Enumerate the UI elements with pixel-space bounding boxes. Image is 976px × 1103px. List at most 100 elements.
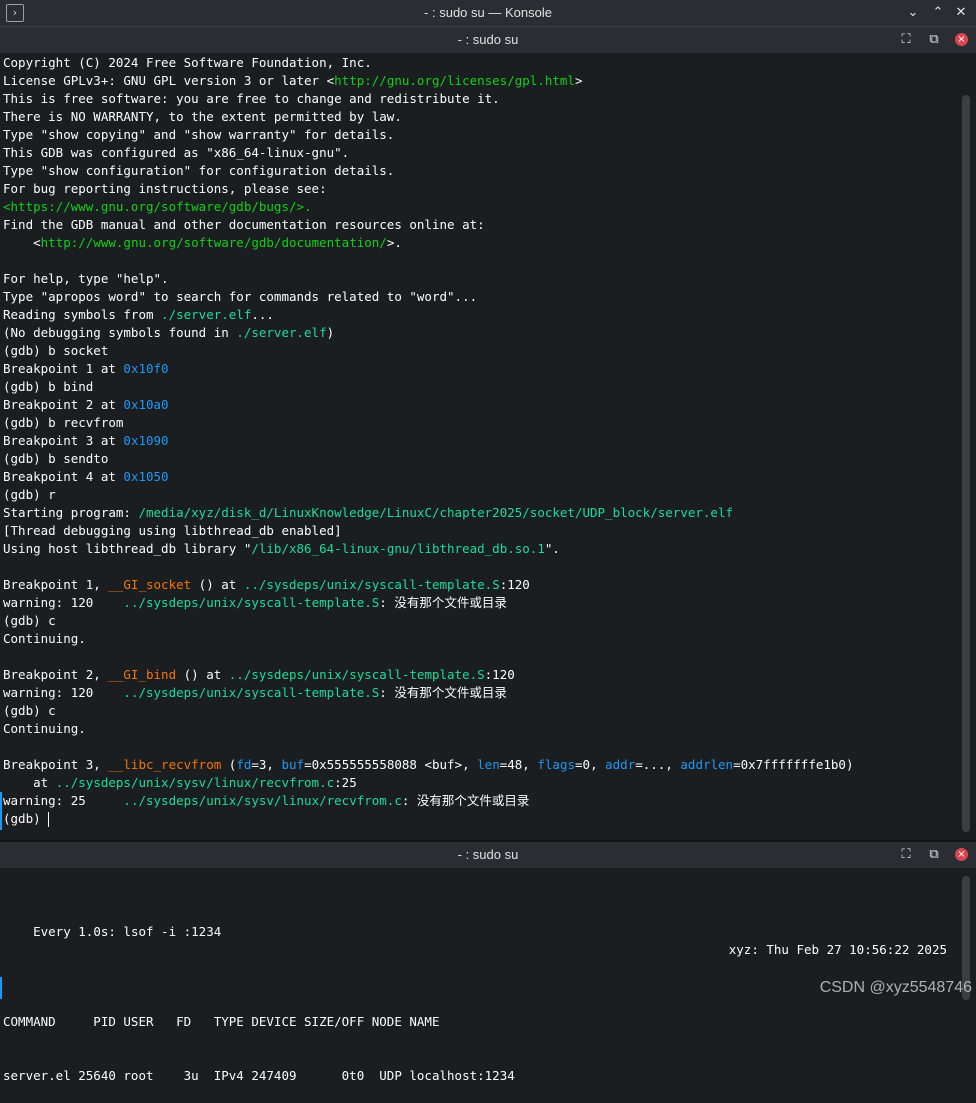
- terminal-line: warning: 120 ../sysdeps/unix/syscall-tem…: [3, 684, 963, 702]
- terminal-line: <https://www.gnu.org/software/gdb/bugs/>…: [3, 198, 963, 216]
- terminal-text: (No debugging symbols found in: [3, 325, 236, 340]
- terminal-text: (gdb) r: [3, 487, 56, 502]
- terminal-text: >: [575, 73, 583, 88]
- top-pane-title: - : sudo su: [0, 27, 976, 53]
- terminal-line: (gdb) r: [3, 486, 963, 504]
- terminal-line: <http://www.gnu.org/software/gdb/documen…: [3, 234, 963, 252]
- maximize-pane-icon[interactable]: ⛶: [898, 32, 914, 48]
- terminal-line: There is NO WARRANTY, to the extent perm…: [3, 108, 963, 126]
- terminal-line: (gdb) b recvfrom: [3, 414, 963, 432]
- terminal-text: Continuing.: [3, 721, 86, 736]
- terminal-text: Reading symbols from: [3, 307, 161, 322]
- terminal-text: (gdb) c: [3, 703, 56, 718]
- terminal-text: Breakpoint 2 at: [3, 397, 123, 412]
- terminal-line: warning: 25 ../sysdeps/unix/sysv/linux/r…: [3, 792, 963, 810]
- terminal-text: Starting program:: [3, 505, 138, 520]
- terminal-text: __GI_socket: [108, 577, 191, 592]
- scroll-marker: [0, 977, 2, 999]
- terminal-text: addrlen: [680, 757, 733, 772]
- chevron-down-icon[interactable]: ⌄: [902, 0, 924, 26]
- terminal-text: 0x10f0: [123, 361, 168, 376]
- chevron-up-icon[interactable]: ⌃: [927, 0, 949, 26]
- terminal-text: (gdb): [3, 811, 48, 826]
- terminal-text: addr: [605, 757, 635, 772]
- terminal-line: (gdb) b socket: [3, 342, 963, 360]
- terminal-text: ".: [545, 541, 560, 556]
- terminal-line: Breakpoint 1 at 0x10f0: [3, 360, 963, 378]
- terminal-text: 0x1090: [123, 433, 168, 448]
- terminal-text: :25: [334, 775, 357, 790]
- terminal-text: Type "show copying" and "show warranty" …: [3, 127, 394, 142]
- terminal-text: =0x7fffffffe1b0): [733, 757, 853, 772]
- terminal-line: [3, 738, 963, 756]
- terminal-text: ../sysdeps/unix/syscall-template.S: [123, 685, 379, 700]
- terminal-text: =3,: [251, 757, 281, 772]
- top-terminal-output[interactable]: Copyright (C) 2024 Free Software Foundat…: [3, 54, 963, 828]
- terminal-text: ./server.elf: [236, 325, 326, 340]
- watermark: CSDN @xyz5548746: [820, 979, 972, 997]
- close-icon[interactable]: ✕: [950, 0, 972, 26]
- terminal-text: ./server.elf: [161, 307, 251, 322]
- watch-host-time: xyz: Thu Feb 27 10:56:22 2025: [729, 941, 947, 959]
- lsof-header: COMMAND PID USER FD TYPE DEVICE SIZE/OFF…: [3, 1013, 947, 1031]
- terminal-text: <: [3, 235, 41, 250]
- terminal-line: Breakpoint 3 at 0x1090: [3, 432, 963, 450]
- terminal-line: Breakpoint 2, __GI_bind () at ../sysdeps…: [3, 666, 963, 684]
- split-pane-icon[interactable]: ⧉: [926, 847, 942, 863]
- terminal-text: : 没有那个文件或目录: [402, 793, 530, 808]
- terminal-text: ../sysdeps/unix/syscall-template.S: [229, 667, 485, 682]
- close-pane-icon[interactable]: ×: [955, 848, 968, 861]
- terminal-line: This GDB was configured as "x86_64-linux…: [3, 144, 963, 162]
- terminal-text: =0,: [575, 757, 605, 772]
- terminal-text: (gdb) b bind: [3, 379, 93, 394]
- bottom-pane-header: - : sudo su ⛶ ⧉ ×: [0, 842, 976, 868]
- watch-command: Every 1.0s: lsof -i :1234: [33, 924, 221, 939]
- terminal-text: ../sysdeps/unix/syscall-template.S: [244, 577, 500, 592]
- bottom-terminal-output[interactable]: Every 1.0s: lsof -i :1234 xyz: Thu Feb 2…: [3, 869, 947, 1103]
- terminal-line: This is free software: you are free to c…: [3, 90, 963, 108]
- terminal-text: __libc_recvfrom: [108, 757, 221, 772]
- terminal-line: Breakpoint 2 at 0x10a0: [3, 396, 963, 414]
- terminal-text: Using host libthread_db library ": [3, 541, 251, 556]
- close-pane-icon[interactable]: ×: [955, 33, 968, 46]
- terminal-line: [3, 558, 963, 576]
- terminal-text: (gdb) c: [3, 613, 56, 628]
- terminal-line: [3, 648, 963, 666]
- terminal-text: ../sysdeps/unix/sysv/linux/recvfrom.c: [56, 775, 334, 790]
- terminal-text: >.: [387, 235, 402, 250]
- lsof-row: server.el 25640 root 3u IPv4 247409 0t0 …: [3, 1067, 947, 1085]
- terminal-line: For help, type "help".: [3, 270, 963, 288]
- terminal-text: len: [477, 757, 500, 772]
- terminal-text: There is NO WARRANTY, to the extent perm…: [3, 109, 402, 124]
- terminal-text: 0x10a0: [123, 397, 168, 412]
- terminal-text: : 没有那个文件或目录: [379, 685, 507, 700]
- terminal-text: warning: 25: [3, 793, 123, 808]
- terminal-line: For bug reporting instructions, please s…: [3, 180, 963, 198]
- top-scrollbar[interactable]: [962, 95, 970, 832]
- terminal-text: Continuing.: [3, 631, 86, 646]
- terminal-text: For bug reporting instructions, please s…: [3, 181, 327, 196]
- terminal-text: ../sysdeps/unix/syscall-template.S: [123, 595, 379, 610]
- split-pane-icon[interactable]: ⧉: [926, 32, 942, 48]
- window-titlebar: › - : sudo su — Konsole ⌄ ⌃ ✕: [0, 0, 976, 27]
- terminal-text: warning: 120: [3, 595, 123, 610]
- terminal-line: (gdb) c: [3, 612, 963, 630]
- terminal-line: Continuing.: [3, 720, 963, 738]
- terminal-text: http://www.gnu.org/software/gdb/document…: [41, 235, 387, 250]
- terminal-text: =0x555555558088 <buf>,: [304, 757, 477, 772]
- terminal-text: () at: [191, 577, 244, 592]
- terminal-text: (gdb) b sendto: [3, 451, 108, 466]
- scroll-marker: [0, 792, 2, 830]
- maximize-pane-icon[interactable]: ⛶: [898, 847, 914, 863]
- terminal-text: Type "apropos word" to search for comman…: [3, 289, 477, 304]
- terminal-text: buf: [281, 757, 304, 772]
- terminal-line: Breakpoint 1, __GI_socket () at ../sysde…: [3, 576, 963, 594]
- terminal-text: ): [327, 325, 335, 340]
- terminal-text: flags: [537, 757, 575, 772]
- terminal-line: Type "show configuration" for configurat…: [3, 162, 963, 180]
- terminal-text: :120: [500, 577, 530, 592]
- terminal-line: Breakpoint 3, __libc_recvfrom (fd=3, buf…: [3, 756, 963, 774]
- terminal-text: ...: [251, 307, 274, 322]
- terminal-line: Copyright (C) 2024 Free Software Foundat…: [3, 54, 963, 72]
- top-pane-header: - : sudo su ⛶ ⧉ ×: [0, 27, 976, 53]
